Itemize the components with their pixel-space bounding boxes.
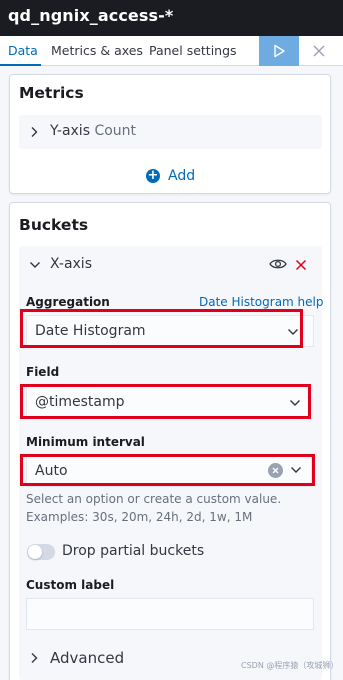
buckets-title: Buckets — [19, 216, 89, 234]
yaxis-aggregation: Count — [94, 123, 137, 139]
xaxis-accordion-toggle[interactable]: X-axis — [29, 255, 149, 277]
field-select[interactable]: @timestamp — [26, 386, 310, 418]
chevron-down-icon — [290, 400, 300, 406]
advanced-label: Advanced — [50, 649, 125, 667]
interval-help-line-1: Select an option or create a custom valu… — [26, 492, 282, 506]
aggregation-select[interactable]: Date Histogram — [26, 315, 314, 347]
yaxis-label: Y-axis Count — [50, 123, 136, 139]
date-histogram-help-link[interactable]: Date Histogram help — [199, 295, 324, 309]
drop-partial-buckets-label: Drop partial buckets — [62, 543, 205, 559]
field-value: @timestamp — [35, 394, 125, 410]
play-icon — [274, 44, 285, 58]
remove-bucket-button[interactable] — [295, 259, 307, 271]
plus-circle-icon: + — [146, 168, 160, 183]
tab-data[interactable]: Data — [8, 43, 38, 58]
index-pattern-title: qd_ngnix_access-* — [8, 6, 174, 25]
minimum-interval-value: Auto — [35, 463, 68, 479]
cross-icon — [295, 259, 307, 271]
custom-label-label: Custom label — [26, 578, 115, 592]
metrics-title: Metrics — [19, 84, 84, 102]
chevron-down-icon — [291, 467, 301, 473]
close-icon — [313, 45, 325, 57]
field-label: Field — [26, 365, 60, 379]
chevron-down-icon — [288, 329, 298, 335]
interval-help-line-2: Examples: 30s, 20m, 24h, 2d, 1w, 1M — [26, 510, 253, 524]
toggle-visibility-button[interactable] — [269, 258, 287, 272]
interval-dropdown-toggle[interactable] — [290, 466, 304, 476]
chevron-right-icon — [31, 127, 38, 137]
yaxis-name: Y-axis — [50, 123, 90, 139]
add-metric-button[interactable]: + Add — [146, 166, 195, 186]
watermark: CSDN @程序猿（攻城狮） — [241, 661, 339, 670]
drop-partial-buckets-switch[interactable] — [27, 544, 55, 560]
clear-icon — [272, 467, 279, 474]
aggregation-value: Date Histogram — [35, 323, 146, 339]
tab-metrics-axes[interactable]: Metrics & axes — [51, 43, 143, 58]
advanced-toggle[interactable]: Advanced — [29, 649, 149, 669]
minimum-interval-label: Minimum interval — [26, 435, 145, 449]
apply-changes-button[interactable] — [259, 36, 299, 66]
chevron-right-icon — [31, 653, 38, 663]
custom-label-input[interactable] — [26, 598, 314, 630]
title-bar: qd_ngnix_access-* — [0, 0, 343, 36]
discard-button[interactable] — [306, 36, 332, 66]
clear-interval-button[interactable] — [268, 463, 283, 478]
yaxis-accordion[interactable]: Y-axis Count — [19, 115, 322, 149]
aggregation-label: Aggregation — [26, 295, 110, 309]
chevron-down-icon — [30, 262, 40, 268]
eye-icon — [269, 259, 287, 269]
add-metric-label: Add — [168, 168, 196, 184]
switch-knob — [28, 545, 42, 559]
tab-panel-settings[interactable]: Panel settings — [149, 43, 237, 58]
xaxis-name: X-axis — [50, 256, 92, 272]
